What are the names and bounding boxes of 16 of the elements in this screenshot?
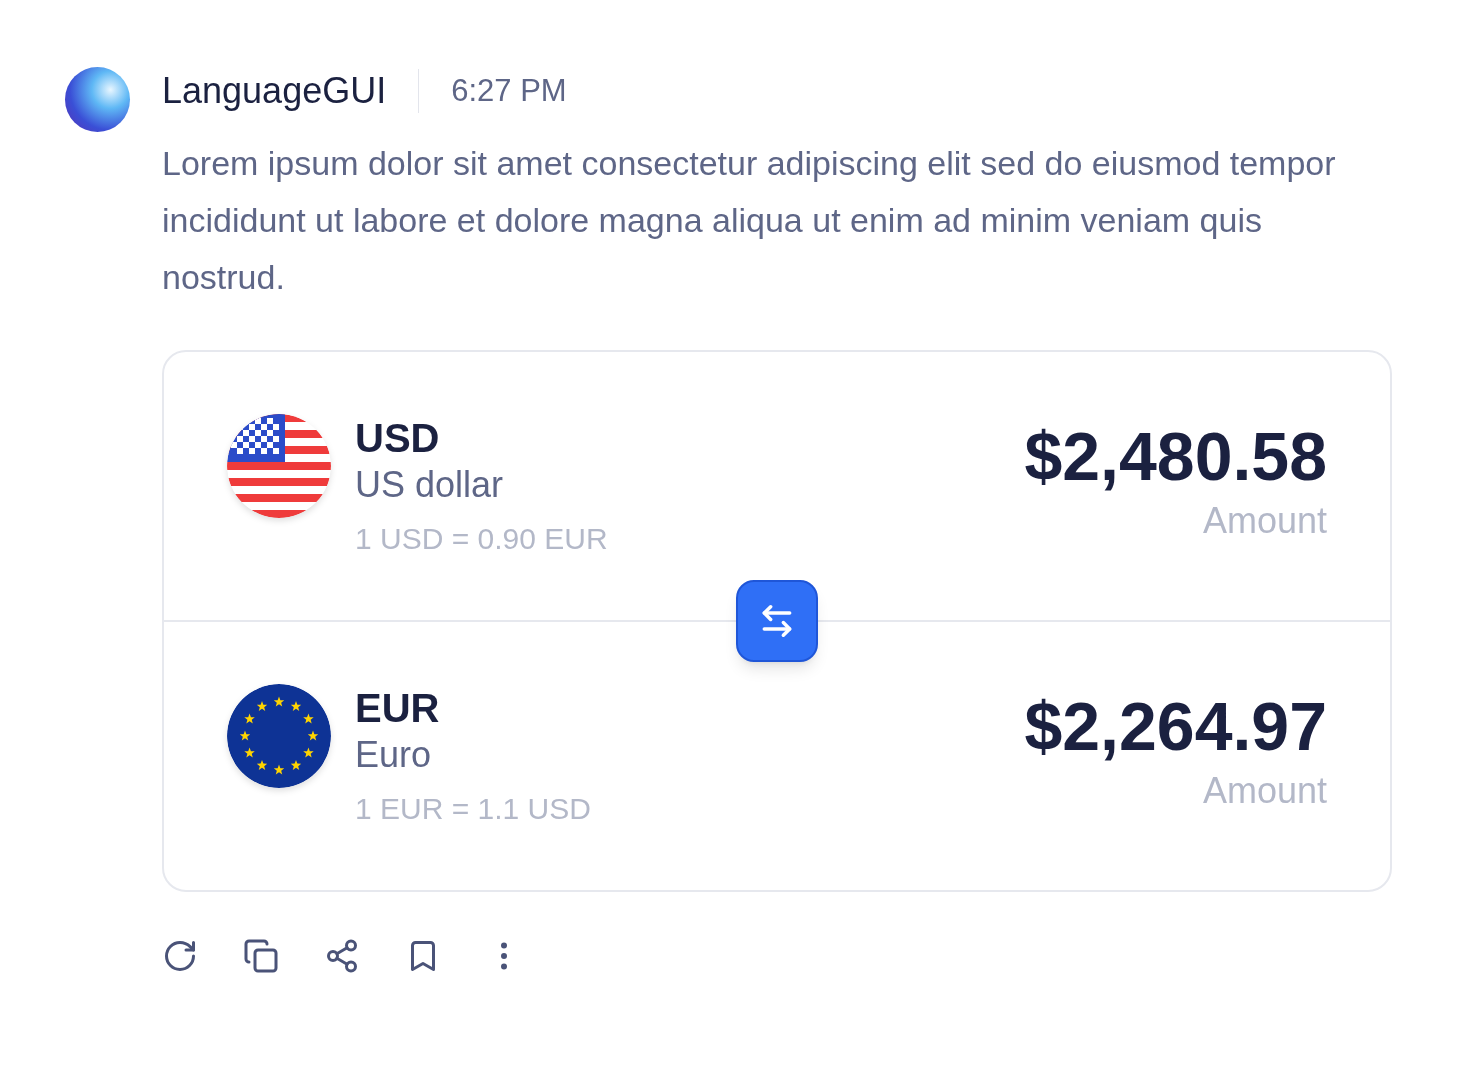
message-text: Lorem ipsum dolor sit amet consectetur adipiscing elit sed do eiusmod tempor incididunt ut labore et dolore magna aliqua ut enim ad minim veniam quis nostrud. (162, 143, 1337, 298)
currency-code: USD (355, 415, 441, 462)
currency-code: EUR (355, 685, 441, 732)
currency-name: US dollar (355, 463, 505, 507)
swap-button[interactable] (736, 580, 818, 662)
us-flag-icon (227, 414, 331, 518)
author-name: LanguageGUI (162, 69, 387, 113)
eu-flag-icon (227, 684, 331, 788)
amount-label: Amount (1202, 769, 1327, 813)
message-time: 6:27 PM (451, 71, 567, 110)
amount-label: Amount (1202, 499, 1327, 543)
currency-name: Euro (355, 733, 433, 777)
exchange-rate: 1 EUR = 1.1 USD (355, 791, 591, 827)
amount-value: $2,264.97 (1024, 687, 1327, 766)
amount-value: $2,480.58 (1024, 417, 1327, 496)
exchange-rate: 1 USD = 0.90 EUR (355, 521, 608, 557)
